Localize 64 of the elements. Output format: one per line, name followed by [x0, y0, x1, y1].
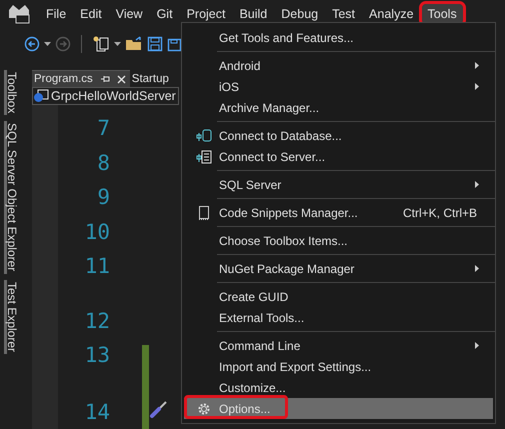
line-number: 11: [84, 253, 110, 280]
globe-icon: [33, 89, 49, 104]
line-number: 7: [96, 115, 110, 142]
menu-bar-item[interactable]: Edit: [74, 4, 108, 24]
menu-bar-item[interactable]: Build: [233, 4, 274, 24]
pin-icon[interactable]: [100, 75, 111, 84]
server-plug-icon: [196, 150, 212, 164]
line-number: 10: [84, 218, 110, 246]
dropdown-icon[interactable]: [44, 42, 51, 46]
menu-item[interactable]: Android: [184, 55, 493, 76]
line-number: 9: [96, 184, 110, 211]
menu-item[interactable]: Connect to Server...: [184, 146, 493, 167]
side-tab[interactable]: SQL Server Object Explorer: [4, 121, 19, 274]
document-tab[interactable]: Program.cs: [32, 70, 130, 88]
menu-item[interactable]: SQL Server: [184, 174, 493, 195]
database-plug-icon: [196, 128, 212, 142]
menu-item[interactable]: Command Line: [184, 335, 493, 356]
shortcut-text: Ctrl+K, Ctrl+B: [402, 206, 477, 220]
tab-label[interactable]: Program.cs: [34, 73, 93, 86]
side-tab[interactable]: Test Explorer: [4, 280, 19, 354]
menu-bar-item[interactable]: Debug: [275, 4, 324, 24]
folder-icon[interactable]: [125, 36, 143, 52]
dropdown-icon[interactable]: [114, 42, 121, 46]
menu-item[interactable]: Options...: [184, 398, 493, 419]
menu-bar-item[interactable]: Test: [326, 4, 362, 24]
screwdriver-icon[interactable]: [148, 400, 168, 420]
menu-item[interactable]: Get Tools and Features...: [184, 27, 493, 48]
submenu-arrow-icon: [475, 265, 479, 272]
snippet-icon: [198, 206, 210, 220]
menu-item[interactable]: External Tools...: [184, 307, 493, 328]
menu-bar-item[interactable]: Tools: [422, 4, 463, 24]
menu-item[interactable]: Code Snippets Manager... Ctrl+K, Ctrl+B: [184, 202, 493, 223]
close-icon[interactable]: [116, 74, 126, 84]
line-number: 8: [96, 150, 110, 176]
menu-item[interactable]: Choose Toolbox Items...: [184, 230, 493, 251]
menu-bar-item[interactable]: View: [110, 4, 149, 24]
line-number: 13: [84, 342, 110, 369]
back-icon[interactable]: [24, 36, 40, 52]
submenu-arrow-icon: [475, 83, 479, 90]
menu-item[interactable]: Import and Export Settings...: [184, 356, 493, 377]
line-number: 12: [84, 308, 110, 334]
menu-item[interactable]: NuGet Package Manager: [184, 258, 493, 279]
save-all-icon[interactable]: [167, 36, 181, 52]
settings-icon: [196, 402, 210, 416]
menu-item[interactable]: Create GUID: [184, 286, 493, 307]
menu-item[interactable]: Archive Manager...: [184, 97, 493, 118]
project-name: GrpcHelloWorldServer: [51, 89, 176, 104]
new-item-icon[interactable]: [92, 35, 110, 53]
app-logo-icon: [8, 4, 30, 24]
menu-item[interactable]: Customize...: [184, 377, 493, 398]
menu-item[interactable]: iOS: [184, 76, 493, 97]
side-tab[interactable]: Toolbox: [4, 70, 19, 116]
submenu-arrow-icon: [475, 62, 479, 69]
menu-bar-item[interactable]: Analyze: [363, 4, 420, 24]
project-dropdown[interactable]: GrpcHelloWorldServer: [32, 87, 179, 105]
menu-bar-item[interactable]: Git: [150, 4, 179, 24]
line-number: 14: [84, 398, 110, 426]
menu-item[interactable]: Connect to Database...: [184, 125, 493, 146]
menu-bar-item[interactable]: File: [40, 4, 72, 24]
submenu-arrow-icon: [475, 342, 479, 349]
save-icon[interactable]: [147, 36, 163, 52]
forward-icon: [55, 36, 71, 52]
menu-bar-item[interactable]: Project: [180, 4, 232, 24]
submenu-arrow-icon: [475, 181, 479, 188]
